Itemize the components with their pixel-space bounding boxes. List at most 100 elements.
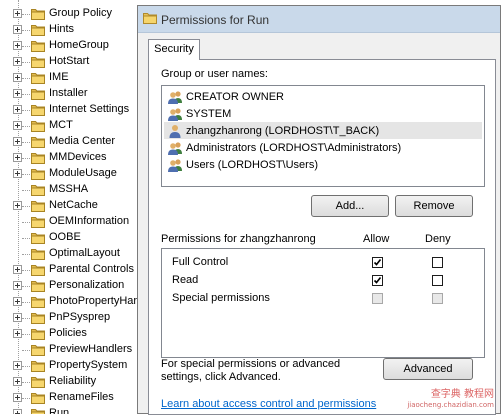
expand-icon[interactable] bbox=[13, 121, 22, 130]
user-group-icon bbox=[168, 107, 182, 121]
tree-item-label: Policies bbox=[49, 327, 87, 339]
tree-item[interactable]: PreviewHandlers bbox=[0, 342, 140, 358]
tree-connector bbox=[22, 318, 30, 319]
expand-icon[interactable] bbox=[13, 313, 22, 322]
tree-item[interactable]: ModuleUsage bbox=[0, 166, 140, 182]
tree-item[interactable]: MCT bbox=[0, 118, 140, 134]
folder-icon bbox=[31, 281, 45, 292]
tree-item[interactable]: MMDevices bbox=[0, 150, 140, 166]
user-list-item[interactable]: Administrators (LORDHOST\Administrators) bbox=[164, 139, 482, 156]
expand-icon[interactable] bbox=[13, 105, 22, 114]
dialog-titlebar[interactable]: Permissions for Run bbox=[138, 6, 500, 33]
folder-icon bbox=[31, 313, 45, 324]
add-button[interactable]: Add... bbox=[311, 195, 389, 217]
tree-item[interactable]: PropertySystem bbox=[0, 358, 140, 374]
tree-item-label: MCT bbox=[49, 119, 73, 131]
expand-icon[interactable] bbox=[13, 89, 22, 98]
tree-item-label: HomeGroup bbox=[49, 39, 109, 51]
deny-column-header: Deny bbox=[425, 233, 451, 245]
expand-icon[interactable] bbox=[13, 265, 22, 274]
tree-item[interactable]: IME bbox=[0, 70, 140, 86]
expand-icon[interactable] bbox=[13, 409, 22, 414]
tree-connector bbox=[22, 126, 30, 127]
tree-item[interactable]: OOBE bbox=[0, 230, 140, 246]
expand-icon[interactable] bbox=[13, 25, 22, 34]
tab-security-label: Security bbox=[154, 43, 194, 55]
deny-checkbox[interactable] bbox=[432, 257, 443, 268]
permissions-header: Permissions for zhangzhanrong Allow Deny bbox=[161, 233, 485, 247]
expand-icon[interactable] bbox=[13, 393, 22, 402]
expand-icon[interactable] bbox=[13, 73, 22, 82]
user-list[interactable]: CREATOR OWNER SYSTEM zhangzhanrong (LORDHO… bbox=[161, 85, 485, 187]
tree-item[interactable]: PhotoPropertyHar bbox=[0, 294, 140, 310]
learn-access-control-link[interactable]: Learn about access control and permissio… bbox=[161, 398, 376, 410]
folder-icon bbox=[31, 89, 45, 100]
tree-item[interactable]: OEMInformation bbox=[0, 214, 140, 230]
user-list-item[interactable]: zhangzhanrong (LORDHOST\T_BACK) bbox=[164, 122, 482, 139]
folder-icon bbox=[31, 265, 45, 276]
tree-item[interactable]: MSSHA bbox=[0, 182, 140, 198]
allow-checkbox[interactable] bbox=[372, 257, 383, 268]
tree-item-label: OOBE bbox=[49, 231, 81, 243]
tree-item-label: MSSHA bbox=[49, 183, 89, 195]
expand-icon[interactable] bbox=[13, 201, 22, 210]
tree-item[interactable]: HomeGroup bbox=[0, 38, 140, 54]
user-group-icon bbox=[168, 90, 182, 104]
folder-icon bbox=[31, 217, 45, 228]
user-icon bbox=[169, 124, 181, 138]
folder-icon bbox=[31, 409, 45, 414]
expand-icon[interactable] bbox=[13, 9, 22, 18]
user-list-item[interactable]: Users (LORDHOST\Users) bbox=[164, 156, 482, 173]
tree-item[interactable]: Policies bbox=[0, 326, 140, 342]
folder-icon bbox=[31, 185, 45, 196]
expand-icon[interactable] bbox=[13, 169, 22, 178]
expand-icon[interactable] bbox=[13, 57, 22, 66]
tree-item[interactable]: Media Center bbox=[0, 134, 140, 150]
deny-checkbox[interactable] bbox=[432, 275, 443, 286]
allow-checkbox bbox=[372, 293, 383, 304]
expand-icon[interactable] bbox=[13, 41, 22, 50]
tree-item-label: Installer bbox=[49, 87, 88, 99]
expand-icon[interactable] bbox=[13, 361, 22, 370]
tree-connector bbox=[22, 206, 30, 207]
tree-item-label: ModuleUsage bbox=[49, 167, 117, 179]
user-list-item[interactable]: SYSTEM bbox=[164, 105, 482, 122]
expand-icon[interactable] bbox=[13, 297, 22, 306]
tree-item[interactable]: Parental Controls bbox=[0, 262, 140, 278]
user-name: SYSTEM bbox=[186, 107, 232, 120]
expand-icon[interactable] bbox=[13, 281, 22, 290]
tree-item[interactable]: OptimalLayout bbox=[0, 246, 140, 262]
tree-item[interactable]: Run bbox=[0, 406, 140, 414]
advanced-button[interactable]: Advanced bbox=[383, 358, 473, 380]
tree-item[interactable]: HotStart bbox=[0, 54, 140, 70]
user-name: Users (LORDHOST\Users) bbox=[186, 158, 319, 171]
tree-connector bbox=[22, 94, 30, 95]
expand-icon[interactable] bbox=[13, 377, 22, 386]
folder-icon bbox=[31, 377, 45, 388]
permission-name: Full Control bbox=[172, 256, 229, 268]
tree-item[interactable]: Installer bbox=[0, 86, 140, 102]
tree-item[interactable]: Group Policy bbox=[0, 6, 140, 22]
tree-item[interactable]: PnPSysprep bbox=[0, 310, 140, 326]
tab-security[interactable]: Security bbox=[148, 39, 200, 60]
expand-icon[interactable] bbox=[13, 153, 22, 162]
user-list-item[interactable]: CREATOR OWNER bbox=[164, 88, 482, 105]
permission-row: Special permissions bbox=[162, 290, 484, 308]
tree-item[interactable]: RenameFiles bbox=[0, 390, 140, 406]
tree-item[interactable]: NetCache bbox=[0, 198, 140, 214]
remove-button[interactable]: Remove bbox=[395, 195, 473, 217]
tree-item-label: Reliability bbox=[49, 375, 97, 387]
folder-icon bbox=[31, 361, 45, 372]
permissions-dialog: Permissions for Run Security Group or us… bbox=[137, 5, 501, 415]
allow-checkbox[interactable] bbox=[372, 275, 383, 286]
permission-name: Special permissions bbox=[172, 292, 270, 304]
tree-item[interactable]: Reliability bbox=[0, 374, 140, 390]
expand-icon[interactable] bbox=[13, 137, 22, 146]
expand-icon[interactable] bbox=[13, 329, 22, 338]
tree-connector bbox=[22, 334, 30, 335]
tree-item-label: Media Center bbox=[49, 135, 116, 147]
tree-item[interactable]: Hints bbox=[0, 22, 140, 38]
permission-row: Read bbox=[162, 272, 484, 290]
tree-item[interactable]: Personalization bbox=[0, 278, 140, 294]
tree-item[interactable]: Internet Settings bbox=[0, 102, 140, 118]
